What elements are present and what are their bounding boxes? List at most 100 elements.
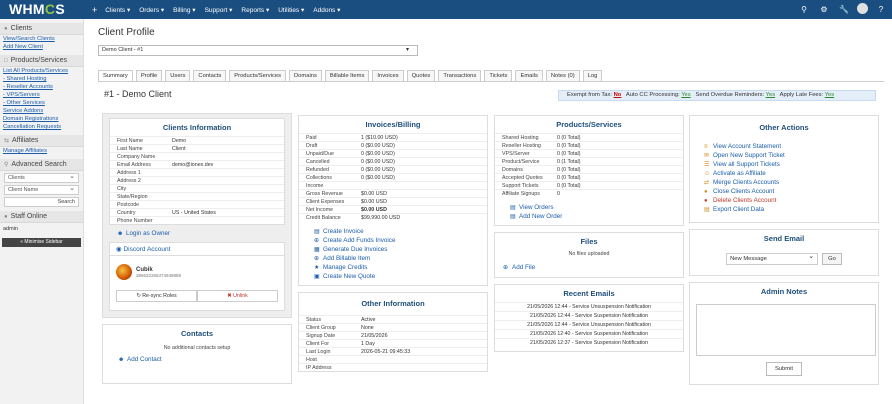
settings-icon[interactable]: ⚙: [817, 2, 831, 16]
admin-notes-submit-button[interactable]: Submit: [765, 362, 803, 376]
other-action-4[interactable]: ⇄ Merge Clients Accounts: [690, 178, 878, 187]
late-fees-toggle[interactable]: Yes: [825, 92, 834, 98]
tab-profile[interactable]: Profile: [135, 70, 163, 81]
recent-email-item[interactable]: 21/05/2026 12:40 - Service Suspension No…: [495, 329, 683, 338]
client-info-row: City: [110, 184, 284, 192]
tab-emails[interactable]: Emails: [515, 70, 543, 81]
recent-email-item[interactable]: 21/05/2026 12:44 - Service Suspension No…: [495, 311, 683, 320]
admin-notes-title: Admin Notes: [760, 287, 808, 296]
client-info-row: First Name Demo: [110, 136, 284, 144]
tab-products[interactable]: Products/Services: [229, 70, 286, 81]
other-actions-list: ≡ View Account Statement ✉ Open New Support…: [690, 140, 878, 222]
client-info-row: State/Region: [110, 192, 284, 200]
search-input[interactable]: Search: [4, 197, 79, 207]
other-info-label: Client For: [306, 341, 329, 347]
tab-transactions[interactable]: Transactions: [438, 70, 482, 81]
sidebar-view-clients[interactable]: View/Search Clients: [0, 35, 83, 43]
sidebar-reseller[interactable]: - Reseller Accounts: [0, 83, 83, 91]
search-icon[interactable]: ⚲: [797, 2, 811, 16]
other-action-6[interactable]: ● Delete Clients Account: [690, 196, 878, 205]
tab-users[interactable]: Users: [165, 70, 191, 81]
invoice-action-0[interactable]: ▤ Create Invoice: [299, 227, 487, 236]
product-row: Accepted Quotes 0 (0 Total): [495, 173, 683, 181]
tab-tickets[interactable]: Tickets: [484, 70, 513, 81]
whmcs-logo[interactable]: WHMCS: [9, 1, 65, 18]
product-action-0[interactable]: ▤ View Orders: [495, 203, 683, 212]
menu-clients[interactable]: Clients ▾: [105, 6, 130, 14]
overdue-reminders-toggle[interactable]: Yes: [766, 92, 775, 98]
tax-exempt-toggle[interactable]: No: [614, 92, 622, 98]
help-icon[interactable]: ?: [874, 2, 888, 16]
search-button[interactable]: Search: [58, 199, 75, 205]
other-action-label: Delete Clients Account: [713, 197, 777, 204]
sidebar-vps[interactable]: - VPS/Servers: [0, 91, 83, 99]
other-action-3[interactable]: ☺ Activate as Affiliate: [690, 169, 878, 178]
other-action-2[interactable]: ☰ View all Support Tickets: [690, 160, 878, 169]
sidebar-cancellation-requests[interactable]: Cancellation Requests: [0, 123, 83, 131]
product-label: VPS/Server: [502, 151, 530, 157]
recent-email-item[interactable]: 21/05/2026 12:44 - Service Unsuspension …: [495, 302, 683, 311]
invoice-row: Cancelled 0 ($0.00 USD): [299, 157, 487, 165]
tab-notes[interactable]: Notes (0): [545, 70, 580, 81]
auto-cc-toggle[interactable]: Yes: [681, 92, 690, 98]
add-contact-link[interactable]: ☻ Add Contact: [103, 355, 291, 364]
wrench-icon[interactable]: 🔧: [837, 2, 851, 16]
add-file-link[interactable]: ⊕ Add File: [495, 259, 683, 277]
other-action-1[interactable]: ✉ Open New Support Ticket: [690, 151, 878, 160]
tab-billable-items[interactable]: Billable Items: [324, 70, 370, 81]
client-select[interactable]: Demo Client - #1: [98, 45, 418, 56]
login-as-owner-link[interactable]: ☻ Login as Owner: [109, 229, 285, 238]
invoice-action-3[interactable]: ⊕ Add Billable Item: [299, 254, 487, 263]
invoice-action-5[interactable]: ▣ Create New Quote: [299, 272, 487, 281]
email-template-select[interactable]: New Message: [726, 252, 819, 265]
invoice-action-4[interactable]: ★ Manage Credits: [299, 263, 487, 272]
tab-quotes[interactable]: Quotes: [406, 70, 436, 81]
tab-summary[interactable]: Summary: [98, 70, 133, 81]
tab-domains[interactable]: Domains: [289, 70, 322, 81]
sidebar-list-products[interactable]: List All Products/Services: [0, 67, 83, 75]
avatar-icon[interactable]: [857, 3, 868, 14]
product-row: Product/Service 0 (1 Total): [495, 157, 683, 165]
sidebar-add-client[interactable]: Add New Client: [0, 43, 83, 51]
resync-roles-button[interactable]: ↻ Re-sync Roles: [116, 290, 197, 302]
discord-user-id: 386632265374949888: [136, 272, 182, 278]
menu-billing[interactable]: Billing ▾: [173, 6, 195, 14]
client-info-row: Email Address demo@ionex.dev: [110, 160, 284, 168]
menu-support[interactable]: Support ▾: [205, 6, 233, 14]
tab-log[interactable]: Log: [582, 70, 603, 81]
menu-utilities[interactable]: Utilities ▾: [278, 6, 304, 14]
sidebar-domain-registrations[interactable]: Domain Registrations: [0, 115, 83, 123]
sidebar-shared-hosting[interactable]: - Shared Hosting: [0, 75, 83, 83]
discord-body: Cubik 386632265374949888 ↻ Re-sync Roles…: [110, 256, 284, 310]
client-info-panel: Clients Information First Name Demo Last N…: [102, 113, 292, 318]
invoice-action-1[interactable]: ⊕ Create Add Funds Invoice: [299, 236, 487, 245]
recent-email-item[interactable]: 21/05/2026 12:37 - Service Suspension No…: [495, 338, 683, 347]
tab-invoices[interactable]: Invoices: [372, 70, 404, 81]
other-action-7[interactable]: ▤ Export Client Data: [690, 205, 878, 214]
other-action-5[interactable]: ● Close Clients Account: [690, 187, 878, 196]
menu-reports[interactable]: Reports ▾: [241, 6, 269, 14]
products-panel: Products/Services Shared Hosting 0 (0 Tot…: [494, 115, 684, 226]
unlink-button[interactable]: ✖ Unlink: [197, 290, 278, 302]
quick-add-icon[interactable]: +: [92, 5, 97, 15]
send-email-row: New Message Go: [690, 247, 878, 275]
invoice-action-2[interactable]: ▦ Generate Due Invoices: [299, 245, 487, 254]
product-action-1[interactable]: ▤ Add New Order: [495, 212, 683, 221]
products-icon: □: [4, 58, 8, 64]
sidebar-manage-affiliates[interactable]: Manage Affiliates: [0, 147, 83, 155]
invoice-actions: ▤ Create Invoice ⊕ Create Add Funds Invoice…: [299, 221, 487, 285]
client-info-row: Address 1: [110, 168, 284, 176]
sidebar-service-addons[interactable]: Service Addons: [0, 107, 83, 115]
recent-email-item[interactable]: 21/05/2026 12:44 - Service Unsuspension …: [495, 320, 683, 329]
send-email-go-button[interactable]: Go: [822, 253, 842, 265]
admin-notes-textarea[interactable]: [696, 304, 876, 356]
staff-icon: ●: [4, 214, 8, 220]
other-action-0[interactable]: ≡ View Account Statement: [690, 142, 878, 151]
menu-addons[interactable]: Addons ▾: [313, 6, 340, 14]
minimise-sidebar-button[interactable]: « Minimise Sidebar: [2, 238, 81, 247]
menu-orders[interactable]: Orders ▾: [139, 6, 164, 14]
search-type-select[interactable]: Clients: [4, 172, 79, 183]
tab-contacts[interactable]: Contacts: [193, 70, 227, 81]
sidebar-other-services[interactable]: - Other Services: [0, 99, 83, 107]
search-field-select[interactable]: Client Name: [4, 184, 79, 195]
